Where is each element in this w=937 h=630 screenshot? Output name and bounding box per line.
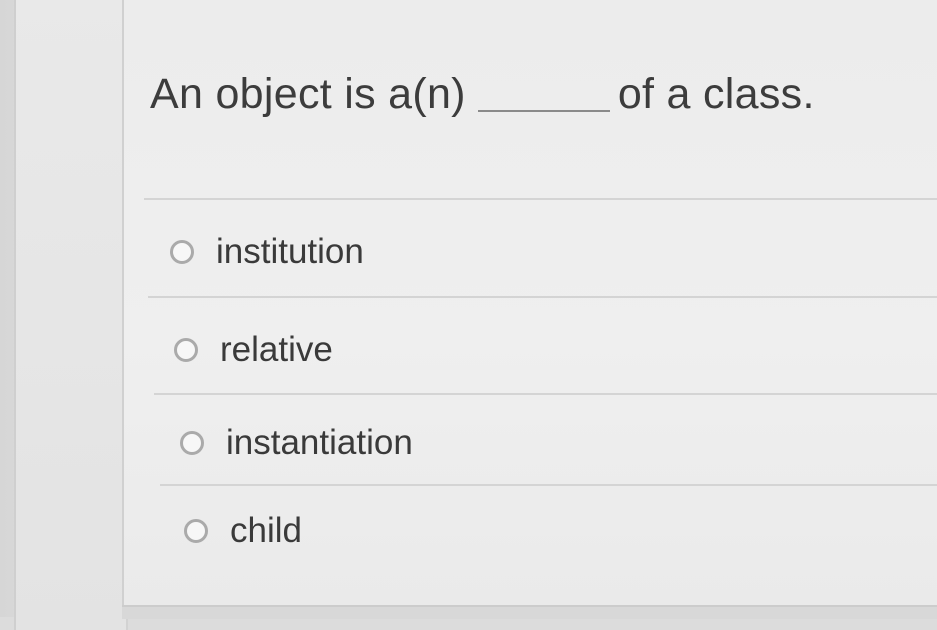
divider bbox=[144, 198, 937, 200]
radio-button[interactable] bbox=[174, 338, 198, 362]
divider bbox=[160, 484, 937, 486]
radio-button[interactable] bbox=[184, 519, 208, 543]
radio-button[interactable] bbox=[170, 240, 194, 264]
question-text-before: An object is a(n) bbox=[150, 70, 466, 118]
option-label: instantiation bbox=[226, 423, 413, 462]
option-relative[interactable]: relative bbox=[174, 330, 333, 370]
divider bbox=[148, 296, 937, 298]
option-instantiation[interactable]: instantiation bbox=[180, 423, 413, 463]
question-text-after: of a class. bbox=[617, 70, 815, 118]
option-child[interactable]: child bbox=[184, 511, 302, 551]
radio-button[interactable] bbox=[180, 431, 204, 455]
option-label: relative bbox=[220, 330, 333, 369]
question-text: An object is a(n) of a class. bbox=[150, 70, 815, 119]
left-frame bbox=[14, 0, 128, 630]
question-panel: An object is a(n) of a class. institution… bbox=[122, 0, 937, 617]
answer-blank bbox=[477, 76, 610, 112]
divider bbox=[154, 393, 937, 395]
option-institution[interactable]: institution bbox=[170, 232, 364, 272]
option-label: child bbox=[230, 511, 302, 550]
option-label: institution bbox=[216, 232, 364, 271]
